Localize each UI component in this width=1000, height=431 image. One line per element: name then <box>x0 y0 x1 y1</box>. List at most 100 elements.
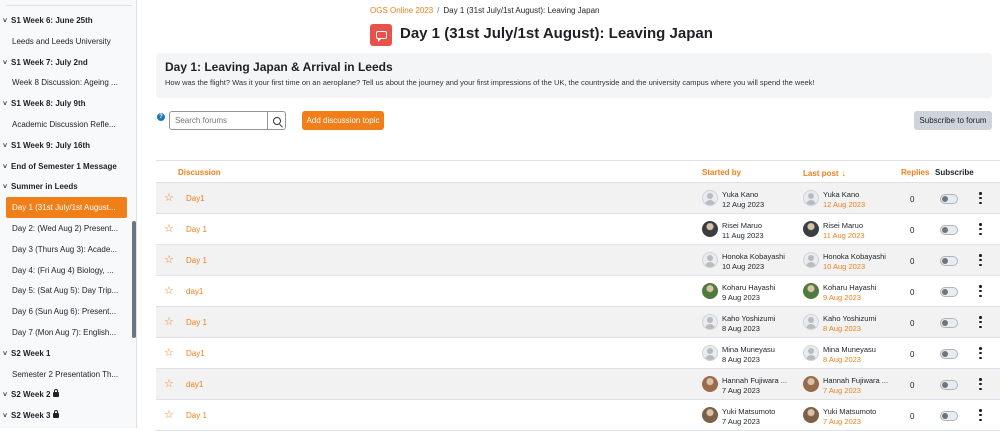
header-last-post[interactable]: Last post ↓ <box>803 168 846 178</box>
avatar[interactable] <box>803 283 819 299</box>
avatar[interactable] <box>803 190 819 206</box>
help-icon[interactable]: ? <box>157 113 165 121</box>
subscribe-toggle[interactable] <box>940 256 958 266</box>
last-post-author[interactable]: Yuka Kano <box>823 190 859 199</box>
subscribe-forum-button[interactable]: Subscribe to forum <box>914 111 992 130</box>
sidebar-section[interactable]: ˅ S2 Week 2 <box>0 384 133 405</box>
search-button[interactable] <box>267 112 285 129</box>
last-post-author[interactable]: Kaho Yoshizumi <box>823 314 876 323</box>
author-name[interactable]: Honoka Kobayashi <box>722 252 785 261</box>
avatar[interactable] <box>702 314 718 330</box>
last-post-date[interactable]: 8 Aug 2023 <box>823 355 861 364</box>
discussion-link[interactable]: day1 <box>186 287 203 296</box>
chevron-down-icon[interactable]: ˅ <box>3 136 11 156</box>
star-icon[interactable]: ☆ <box>164 348 174 359</box>
last-post-date[interactable]: 11 Aug 2023 <box>823 231 865 240</box>
avatar[interactable] <box>702 190 718 206</box>
header-replies[interactable]: Replies <box>901 168 929 177</box>
author-name[interactable]: Koharu Hayashi <box>722 283 775 292</box>
last-post-date[interactable]: 8 Aug 2023 <box>823 324 861 333</box>
subscribe-toggle[interactable] <box>940 318 958 328</box>
chevron-down-icon[interactable]: ˅ <box>3 344 11 364</box>
last-post-author[interactable]: Risei Maruo <box>823 221 863 230</box>
author-name[interactable]: Kaho Yoshizumi <box>722 314 775 323</box>
last-post-date[interactable]: 12 Aug 2023 <box>823 200 865 209</box>
author-name[interactable]: Yuki Matsumoto <box>722 407 775 416</box>
star-icon[interactable]: ☆ <box>164 286 174 297</box>
star-icon[interactable]: ☆ <box>164 255 174 266</box>
sidebar-item[interactable]: Day 7 (Mon Aug 7): English... <box>0 322 133 343</box>
avatar[interactable] <box>702 407 718 423</box>
sidebar-section[interactable]: ˅ Summer in Leeds <box>0 176 133 197</box>
star-icon[interactable]: ☆ <box>164 379 174 390</box>
last-post-date[interactable]: 10 Aug 2023 <box>823 262 865 271</box>
chevron-down-icon[interactable]: ˅ <box>3 406 11 426</box>
chevron-down-icon[interactable]: ˅ <box>3 157 11 177</box>
last-post-author[interactable]: Koharu Hayashi <box>823 283 876 292</box>
avatar[interactable] <box>803 314 819 330</box>
kebab-menu-icon[interactable] <box>979 285 982 297</box>
sidebar-item[interactable]: Academic Discussion Refle... <box>0 114 133 135</box>
last-post-author[interactable]: Hannah Fujiwara ... <box>823 376 888 385</box>
star-icon[interactable]: ☆ <box>164 410 174 421</box>
avatar[interactable] <box>803 407 819 423</box>
chevron-down-icon[interactable]: ˅ <box>3 177 11 197</box>
kebab-menu-icon[interactable] <box>979 254 982 266</box>
subscribe-toggle[interactable] <box>940 349 958 359</box>
last-post-author[interactable]: Yuki Matsumoto <box>823 407 876 416</box>
sidebar-item[interactable]: Day 4: (Fri Aug 4) Biology, ... <box>0 260 133 281</box>
header-started-by[interactable]: Started by <box>702 168 741 177</box>
last-post-date[interactable]: 9 Aug 2023 <box>823 293 861 302</box>
kebab-menu-icon[interactable] <box>979 192 982 204</box>
avatar[interactable] <box>702 252 718 268</box>
avatar[interactable] <box>702 283 718 299</box>
discussion-link[interactable]: Day 1 <box>186 318 207 327</box>
avatar[interactable] <box>803 221 819 237</box>
avatar[interactable] <box>803 376 819 392</box>
author-name[interactable]: Yuka Kano <box>722 190 758 199</box>
avatar[interactable] <box>702 376 718 392</box>
subscribe-toggle[interactable] <box>940 411 958 421</box>
kebab-menu-icon[interactable] <box>979 223 982 235</box>
kebab-menu-icon[interactable] <box>979 409 982 421</box>
avatar[interactable] <box>702 345 718 361</box>
header-discussion[interactable]: Discussion <box>178 168 221 177</box>
discussion-link[interactable]: Day 1 <box>186 411 207 420</box>
add-discussion-button[interactable]: Add discussion topic <box>302 111 384 130</box>
discussion-link[interactable]: Day 1 <box>186 225 207 234</box>
sidebar-item[interactable]: Day 5: (Sat Aug 5): Day Trip... <box>0 280 133 301</box>
chevron-down-icon[interactable]: ˅ <box>3 11 11 31</box>
sidebar-section[interactable]: ˅ S2 Week 1 <box>0 343 133 364</box>
last-post-author[interactable]: Honoka Kobayashi <box>823 252 886 261</box>
subscribe-toggle[interactable] <box>940 225 958 235</box>
avatar[interactable] <box>702 221 718 237</box>
sidebar-scrollbar[interactable] <box>132 221 136 338</box>
last-post-date[interactable]: 7 Aug 2023 <box>823 417 861 426</box>
subscribe-toggle[interactable] <box>940 194 958 204</box>
author-name[interactable]: Mina Muneyasu <box>722 345 775 354</box>
sidebar-section[interactable]: ˅ S1 Week 9: July 16th <box>0 135 133 156</box>
sidebar-section[interactable]: ˅ End of Semester 1 Message <box>0 156 133 177</box>
star-icon[interactable]: ☆ <box>164 224 174 235</box>
discussion-link[interactable]: Day 1 <box>186 256 207 265</box>
discussion-link[interactable]: day1 <box>186 380 203 389</box>
kebab-menu-icon[interactable] <box>979 347 982 359</box>
breadcrumb-course-link[interactable]: OGS Online 2023 <box>370 6 433 15</box>
last-post-date[interactable]: 7 Aug 2023 <box>823 386 861 395</box>
sidebar-item[interactable]: Week 8 Discussion: Ageing ... <box>0 72 133 93</box>
discussion-link[interactable]: Day1 <box>186 349 205 358</box>
sidebar-item[interactable]: Day 6 (Sun Aug 6): Present... <box>0 301 133 322</box>
sidebar-item[interactable]: Leeds and Leeds University <box>0 31 133 52</box>
discussion-link[interactable]: Day1 <box>186 194 205 203</box>
chevron-down-icon[interactable]: ˅ <box>3 94 11 114</box>
last-post-author[interactable]: Mina Muneyasu <box>823 345 876 354</box>
avatar[interactable] <box>803 345 819 361</box>
sidebar-section[interactable]: ˅ S2 Week 3 <box>0 405 133 426</box>
sidebar-item[interactable]: Day 2: (Wed Aug 2) Present... <box>0 218 133 239</box>
sidebar-item[interactable]: Semester 2 Presentation Th... <box>0 364 133 385</box>
author-name[interactable]: Risei Maruo <box>722 221 762 230</box>
kebab-menu-icon[interactable] <box>979 316 982 328</box>
search-input[interactable] <box>170 112 267 129</box>
author-name[interactable]: Hannah Fujiwara ... <box>722 376 787 385</box>
sidebar-item[interactable]: Day 1 (31st July/1st August... <box>6 197 127 219</box>
